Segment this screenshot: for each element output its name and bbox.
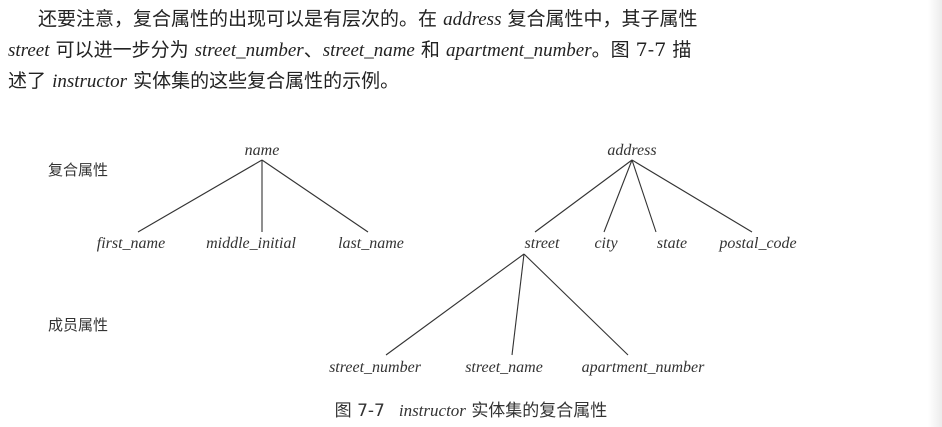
node-apartment-number: apartment_number xyxy=(582,359,705,376)
node-city: city xyxy=(594,235,618,252)
label-component-attribute: 成员属性 xyxy=(48,316,108,334)
figure-caption: 图 7-7 instructor 实体集的复合属性 xyxy=(0,396,942,421)
tree-street: street_number street_name apartment_numb… xyxy=(329,253,705,376)
caption-text: 实体集的复合属性 xyxy=(471,401,608,421)
edge-street-street-name xyxy=(511,253,525,356)
node-last-name: last_name xyxy=(338,235,404,252)
label-composite-attribute: 复合属性 xyxy=(48,161,108,179)
node-name: name xyxy=(245,142,280,159)
edge-name-first-name xyxy=(137,159,263,233)
edge-name-last-name xyxy=(261,159,369,233)
node-street-name: street_name xyxy=(465,359,543,376)
caption-number: 图 7-7 xyxy=(334,401,385,421)
edge-address-state xyxy=(631,159,657,233)
node-state: state xyxy=(657,235,687,252)
node-first-name: first_name xyxy=(97,235,165,252)
tree-address: address street city state postal_code xyxy=(525,142,797,252)
node-address: address xyxy=(607,142,656,159)
node-middle-initial: middle_initial xyxy=(206,235,296,252)
edge-address-postal-code xyxy=(631,159,753,233)
edge-street-street-number xyxy=(385,253,525,356)
node-postal-code: postal_code xyxy=(718,235,796,252)
edge-street-apartment-number xyxy=(523,253,629,356)
composite-attribute-figure: 复合属性 成员属性 name first_name middle_initial… xyxy=(48,142,797,376)
node-street: street xyxy=(525,235,561,252)
page-edge-shadow xyxy=(928,0,942,427)
tree-name: name first_name middle_initial last_name xyxy=(97,142,404,252)
caption-term: instructor xyxy=(398,401,466,420)
node-street-number: street_number xyxy=(329,359,422,376)
